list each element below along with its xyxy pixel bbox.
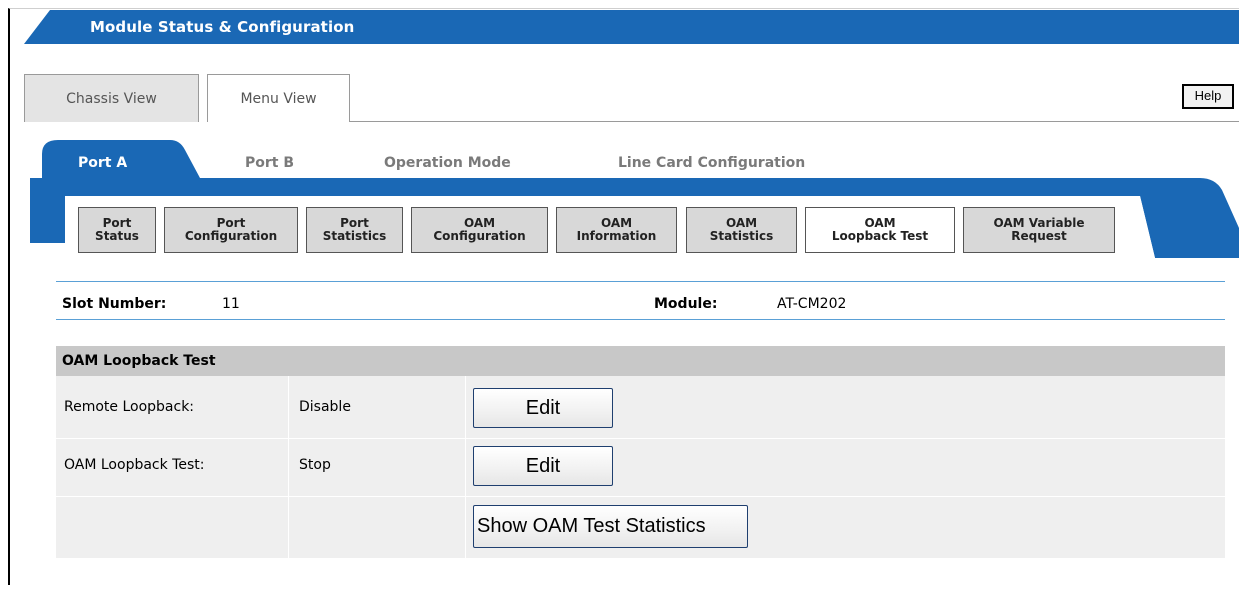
module-label: Module: [654, 296, 718, 312]
subtab-line2: Statistics [709, 229, 774, 243]
oam-loopback-test-label: OAM Loopback Test: [64, 457, 205, 473]
page-title: Module Status & Configuration [90, 18, 355, 36]
column-divider [465, 376, 466, 558]
edit-oam-loopback-test-button[interactable]: Edit [473, 446, 613, 486]
tab-operation-mode[interactable]: Operation Mode [384, 155, 511, 171]
tab-port-b[interactable]: Port B [245, 155, 294, 171]
subtab-line2: Status [95, 229, 139, 243]
subtab-oam-statistics[interactable]: OAM Statistics [686, 207, 797, 253]
subtab-port-statistics[interactable]: Port Statistics [306, 207, 403, 253]
divider [56, 281, 1225, 282]
remote-loopback-value: Disable [299, 399, 351, 415]
row-divider [56, 438, 1225, 439]
subtab-port-configuration[interactable]: Port Configuration [164, 207, 298, 253]
tab-menu-view[interactable]: Menu View [207, 74, 350, 122]
title-bar: Module Status & Configuration [24, 10, 1239, 44]
subtab-line2: Information [576, 229, 657, 243]
tab-line-card-configuration[interactable]: Line Card Configuration [618, 155, 805, 171]
help-button[interactable]: Help [1182, 84, 1234, 109]
slot-number-label: Slot Number: [62, 296, 167, 312]
slot-number-value: 11 [222, 296, 240, 312]
subtab-oam-loopback-test[interactable]: OAM Loopback Test [805, 207, 955, 253]
show-oam-test-statistics-button[interactable]: Show OAM Test Statistics [473, 505, 748, 548]
subtab-port-status[interactable]: Port Status [78, 207, 156, 253]
module-value: AT-CM202 [777, 296, 847, 312]
row-divider [56, 496, 1225, 497]
oam-loopback-test-value: Stop [299, 457, 331, 473]
tab-port-a[interactable]: Port A [78, 155, 127, 171]
subtab-line2: Request [1011, 229, 1067, 243]
divider [56, 319, 1225, 320]
subtab-line2: Loopback Test [831, 229, 929, 243]
subtab-oam-information[interactable]: OAM Information [556, 207, 677, 253]
section-header: OAM Loopback Test [56, 346, 1225, 376]
subtab-line2: Configuration [184, 229, 278, 243]
edit-remote-loopback-button[interactable]: Edit [473, 388, 613, 428]
subtab-oam-variable-request[interactable]: OAM Variable Request [963, 207, 1115, 253]
column-divider [288, 376, 289, 558]
remote-loopback-label: Remote Loopback: [64, 399, 195, 415]
tab-divider [350, 121, 1239, 122]
subtab-line2: Configuration [433, 229, 526, 243]
tab-chassis-view[interactable]: Chassis View [24, 74, 199, 122]
subtab-line2: Statistics [322, 229, 387, 243]
subtab-oam-configuration[interactable]: OAM Configuration [411, 207, 548, 253]
